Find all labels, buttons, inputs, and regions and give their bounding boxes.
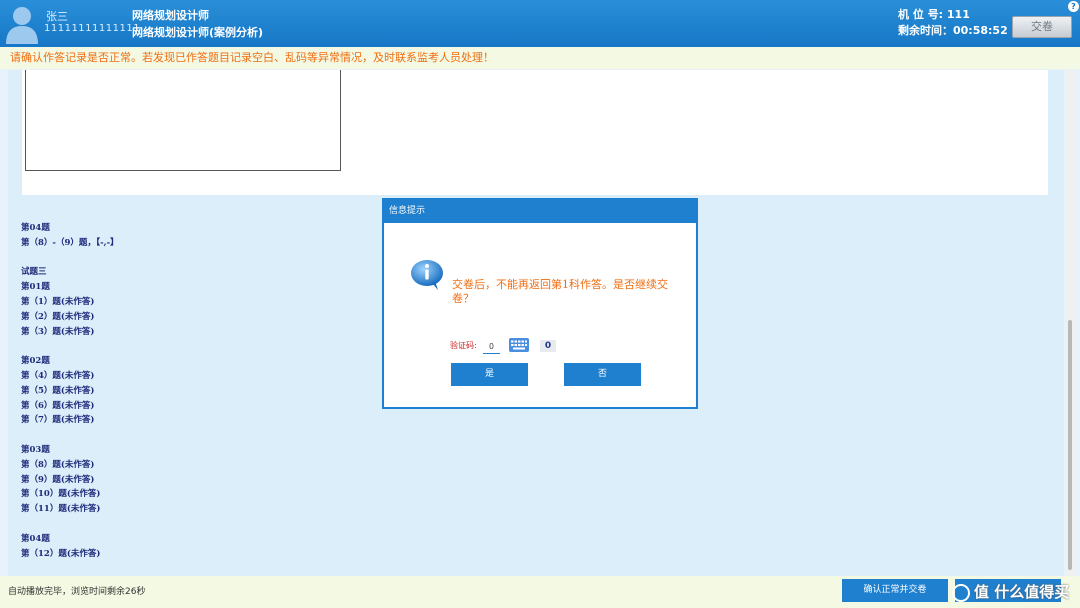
watermark-text: 值 什么值得买 bbox=[974, 583, 1070, 601]
warning-banner: 请确认作答记录是否正常。若发现已作答题目记录空白、乱码等异常情况，及时联系监考人… bbox=[0, 47, 1080, 69]
answer-box bbox=[25, 70, 341, 171]
question-list-item: 第（5）题(未作答) bbox=[21, 385, 95, 396]
watermark: 值 什么值得买 bbox=[952, 576, 1080, 608]
no-button[interactable]: 否 bbox=[564, 363, 641, 386]
question-list-item: 第（1）题(未作答) bbox=[21, 296, 95, 307]
question-list-item: 试题三 bbox=[21, 267, 47, 278]
question-list-item: 第01题 bbox=[21, 282, 50, 293]
question-list-item: 第04题 bbox=[21, 223, 50, 233]
question-list-item: 第（2）题(未作答) bbox=[21, 311, 95, 322]
question-list-item: 第（10）题(未作答) bbox=[21, 489, 101, 500]
yes-button[interactable]: 是 bbox=[451, 363, 528, 386]
answer-panel bbox=[22, 70, 1048, 195]
top-header: 张三 11111111111111 网络规划设计师 网络规划设计师(案例分析) … bbox=[0, 0, 1080, 47]
question-list-item: 第（8）-（9）题，【-,-】 bbox=[21, 237, 119, 248]
question-list-item: 第（12）题(未作答) bbox=[21, 548, 101, 559]
remaining-time: 剩余时间：00:58:52 bbox=[898, 24, 1008, 37]
user-name: 张三 bbox=[46, 10, 68, 23]
exam-subtitle: 网络规划设计师(案例分析) bbox=[132, 26, 264, 39]
question-list-item: 第（11）题(未作答) bbox=[21, 504, 101, 515]
question-list-item: 第03题 bbox=[21, 444, 50, 455]
question-list-item: 第（8）题(未作答) bbox=[21, 459, 95, 470]
user-id: 11111111111111 bbox=[44, 23, 141, 34]
question-list-item: 第（6）题(未作答) bbox=[21, 400, 95, 411]
dialog-message: 交卷后，不能再返回第1科作答。是否继续交卷？ bbox=[452, 278, 668, 305]
question-list-item: 第（3）题(未作答) bbox=[21, 326, 95, 337]
dialog-title: 信息提示 bbox=[384, 200, 696, 223]
submit-exam-button[interactable]: 交卷 bbox=[1012, 16, 1072, 38]
question-list-item: 第04题 bbox=[21, 533, 50, 544]
seat-number: 机 位 号: 111 bbox=[898, 8, 970, 21]
watermark-logo-icon bbox=[952, 583, 970, 602]
footer-bar: 自动播放完毕，浏览时间剩余26秒 确认正常并交卷 值 什么值得买 bbox=[0, 576, 1080, 608]
question-list-item: 第（9）题(未作答) bbox=[21, 474, 95, 485]
help-icon[interactable]: ? bbox=[1068, 1, 1079, 12]
scroll-thumb[interactable] bbox=[1068, 320, 1072, 570]
captcha-input[interactable] bbox=[483, 340, 500, 354]
info-icon bbox=[411, 260, 443, 290]
exam-title: 网络规划设计师 bbox=[132, 9, 209, 22]
question-list-item: 第（4）题(未作答) bbox=[21, 370, 95, 381]
captcha-image[interactable]: 0 bbox=[540, 340, 556, 352]
captcha-label: 验证码: bbox=[450, 341, 477, 350]
scrollbar[interactable] bbox=[1066, 70, 1076, 576]
confirm-submit-button[interactable]: 确认正常并交卷 bbox=[842, 579, 948, 602]
footer-status: 自动播放完毕，浏览时间剩余26秒 bbox=[8, 587, 146, 597]
question-list-item: 第02题 bbox=[21, 356, 50, 367]
question-list: 第04题 第（8）-（9）题，【-,-】 试题三 第01题 第（1）题(未作答) 第（2）… bbox=[21, 221, 119, 561]
info-dialog: 信息提示 交卷后，不能再返回第1科作答。是否继续交卷？ 验证码: 0 是 否 bbox=[382, 198, 698, 409]
question-list-item: 第（7）题(未作答) bbox=[21, 415, 95, 426]
keyboard-icon[interactable] bbox=[509, 338, 529, 352]
avatar bbox=[6, 7, 38, 44]
